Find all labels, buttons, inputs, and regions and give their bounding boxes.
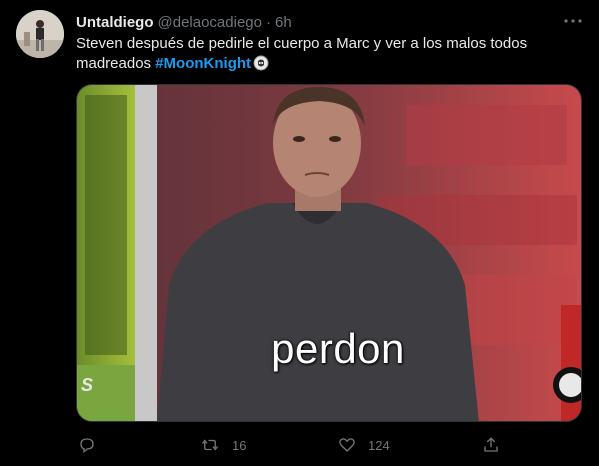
retweet-count: 16 [232, 437, 247, 453]
retweet-button[interactable]: 16 [200, 433, 246, 457]
separator-dot: · [265, 13, 271, 31]
like-button[interactable]: 124 [338, 433, 390, 457]
svg-text:S: S [81, 375, 93, 395]
author-handle[interactable]: @delaocadiego [158, 14, 262, 31]
tweet[interactable]: Untaldiego @delaocadiego · 6h Steven des… [0, 0, 599, 466]
tweet-header: Untaldiego @delaocadiego · 6h [76, 12, 292, 32]
hashtag-link[interactable]: #MoonKnight [155, 55, 251, 72]
tweet-media[interactable]: S perdon [76, 84, 582, 422]
retweet-icon [201, 439, 219, 451]
tweet-body: Steven después de pedirle el cuerpo a Ma… [76, 35, 528, 72]
more-options-button[interactable] [560, 10, 586, 32]
avatar-image [16, 10, 64, 58]
tweet-text: Steven después de pedirle el cuerpo a Ma… [76, 34, 546, 77]
reply-button[interactable] [78, 433, 108, 457]
moon-knight-emoji-icon [253, 55, 269, 77]
more-icon [564, 19, 582, 23]
reply-icon [80, 438, 94, 454]
share-icon [484, 437, 498, 452]
heart-icon [339, 438, 355, 452]
author-name[interactable]: Untaldiego [76, 14, 154, 31]
avatar[interactable] [16, 10, 64, 58]
tweet-timestamp[interactable]: 6h [275, 14, 292, 31]
tweet-actions: 16 124 [76, 433, 576, 457]
meme-caption: perdon [271, 325, 405, 372]
share-button[interactable] [482, 433, 512, 457]
like-count: 124 [368, 437, 390, 453]
